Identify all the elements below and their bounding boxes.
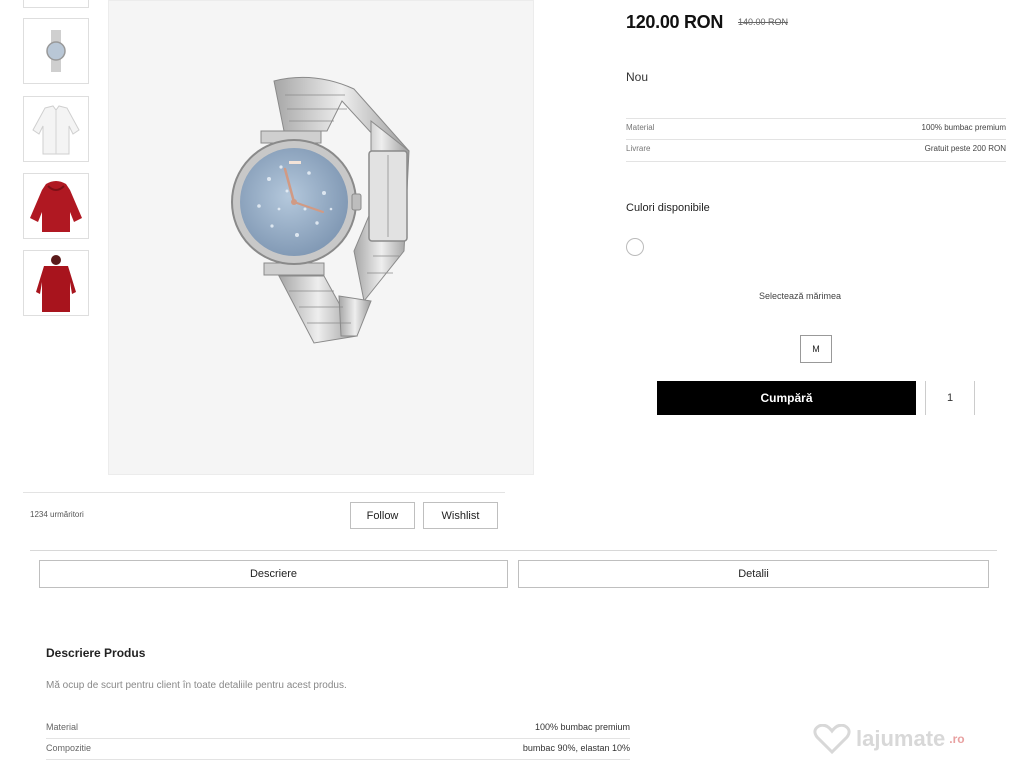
red-hoodie-thumb-image [30,181,82,232]
red-jacket-back-thumb-image [36,255,76,312]
size-label: Selectează mărimea [758,291,842,301]
site-watermark: lajumate .ro [812,724,965,754]
thumbnail-red-hoodie[interactable] [23,173,89,239]
seller-divider [23,492,505,493]
thumbnail-white-jacket[interactable] [23,96,89,162]
product-price: 120.00 RON [626,12,724,32]
buy-button[interactable]: Cumpără [657,381,916,415]
spec-value: 100% bumbac premium [921,123,1006,132]
product-condition: Nou [626,70,649,84]
tab-description[interactable]: Descriere [39,560,508,588]
spec-label: Livrare [626,144,651,153]
description-spec-divider [46,738,630,739]
main-product-image[interactable] [108,0,534,475]
thumbnail-watch[interactable] [23,18,89,84]
description-spec-label: Compozitie [46,743,92,753]
watermark-suffix: .ro [949,732,965,746]
white-jacket-thumb-image [32,105,80,155]
colors-label: Culori disponibile [626,202,710,214]
thumbnail-top[interactable] [23,0,89,8]
follow-button[interactable]: Follow [350,502,415,529]
heart-logo-icon [813,724,851,754]
spec-value: Gratuit peste 200 RON [924,144,1006,153]
watch-image [231,76,410,344]
tab-details[interactable]: Detalii [518,560,989,588]
specs-divider-top [626,118,1006,119]
description-title: Descriere Produs [46,646,146,660]
size-option-button[interactable]: M [800,335,832,363]
color-swatch[interactable] [626,238,644,256]
specs-divider-mid [626,139,1006,140]
wishlist-button[interactable]: Wishlist [423,502,498,529]
specs-divider-bottom [626,161,1006,162]
watermark-brand: lajumate [856,726,946,751]
description-text: Mă ocup de scurt pentru client în toate … [46,680,347,691]
quantity-field[interactable]: 1 [925,381,975,415]
description-spec-divider [46,759,630,760]
tabs-divider [30,550,997,551]
description-spec-value: bumbac 90%, elastan 10% [522,743,630,753]
description-spec-value: 100% bumbac premium [534,722,630,732]
watch-thumb-image [46,30,66,72]
thumbnail-red-jacket-back[interactable] [23,250,89,316]
seller-info: 1234 urmăritori [30,510,84,519]
spec-label: Material [626,123,655,132]
product-old-price: 140.00 RON [738,17,789,27]
description-spec-label: Material [46,722,79,732]
